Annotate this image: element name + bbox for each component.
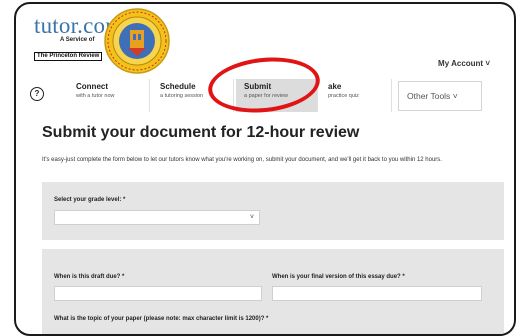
final-due-label: When is your final version of this essay… xyxy=(272,274,405,280)
tab-subtitle: with a tutor now xyxy=(76,93,115,99)
lausd-seal-logo xyxy=(104,8,170,74)
tab-take-quiz[interactable]: ake practice quiz xyxy=(320,79,392,112)
browser-frame: tutor.com A Service of The Princeton Rev… xyxy=(14,2,516,336)
tab-connect[interactable]: Connect with a tutor now xyxy=(68,79,150,112)
tab-subtitle: a paper for review xyxy=(244,93,289,99)
my-account-menu[interactable]: My Account ˅ xyxy=(438,59,490,68)
chevron-down-icon: ˅ xyxy=(452,91,458,101)
main-nav: ? Connect with a tutor now Schedule a tu… xyxy=(30,79,500,112)
tab-title: Schedule xyxy=(160,82,196,91)
my-account-label: My Account xyxy=(438,59,484,68)
due-date-panel: When is this draft due? * When is your f… xyxy=(42,249,504,334)
grade-select[interactable]: ˅ xyxy=(54,210,260,225)
page-title: Submit your document for 12-hour review xyxy=(42,124,360,141)
help-icon[interactable]: ? xyxy=(30,87,44,101)
princeton-review-label: The Princeton Review xyxy=(34,52,103,61)
topic-label: What is the topic of your paper (please … xyxy=(54,316,269,322)
tab-schedule[interactable]: Schedule a tutoring session xyxy=(152,79,234,112)
draft-due-label: When is this draft due? * xyxy=(54,274,125,280)
final-due-input[interactable] xyxy=(272,286,482,301)
tab-subtitle: practice quiz xyxy=(328,93,359,99)
tab-subtitle: a tutoring session xyxy=(160,93,204,99)
tab-submit[interactable]: Submit a paper for review xyxy=(236,79,318,112)
chevron-down-icon: ˅ xyxy=(249,214,254,221)
intro-text: It's easy-just complete the form below t… xyxy=(42,157,442,163)
other-tools-label: Other Tools xyxy=(407,91,451,101)
draft-due-input[interactable] xyxy=(54,286,262,301)
tab-title: Other Tools ˅ xyxy=(407,91,473,101)
grade-label: Select your grade level: * xyxy=(54,197,126,203)
grade-panel: Select your grade level: * ˅ xyxy=(42,182,504,240)
tab-title: Connect xyxy=(76,82,108,91)
tab-title: Submit xyxy=(244,82,272,91)
tab-other-tools[interactable]: Other Tools ˅ xyxy=(398,81,482,111)
tab-title: ake xyxy=(328,82,342,91)
chevron-down-icon: ˅ xyxy=(485,59,490,68)
